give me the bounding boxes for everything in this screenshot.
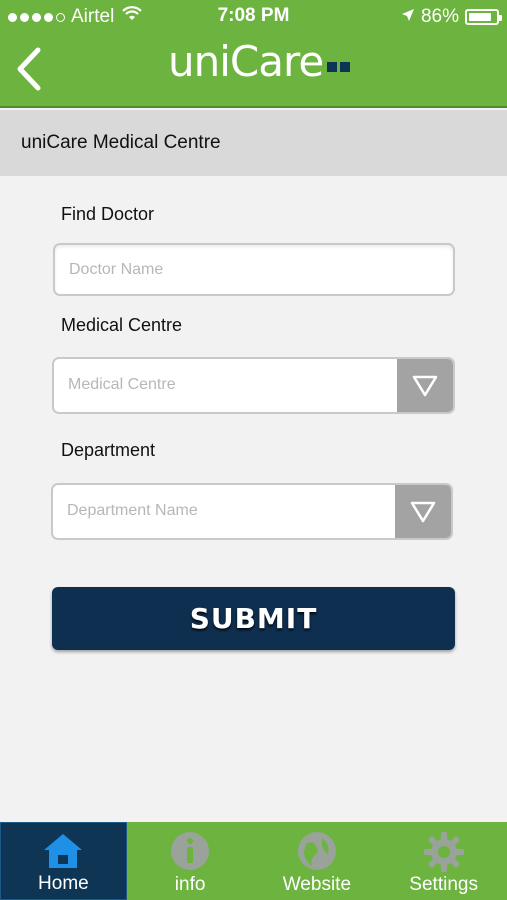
tab-settings[interactable]: Settings — [380, 822, 507, 900]
chevron-left-icon — [17, 47, 41, 91]
medical-centre-placeholder: Medical Centre — [68, 376, 176, 393]
app-logo: uniCare — [168, 34, 351, 86]
logo-squares-icon — [327, 62, 351, 72]
home-icon — [1, 831, 126, 873]
department-label: Department — [61, 440, 156, 460]
triangle-down-icon — [410, 501, 436, 522]
triangle-down-icon — [412, 375, 438, 396]
medical-centre-label: Medical Centre — [61, 315, 183, 335]
gear-icon — [380, 830, 507, 872]
globe-icon — [254, 830, 381, 872]
department-placeholder: Department Name — [67, 502, 198, 519]
tab-home[interactable]: Home — [0, 822, 127, 900]
tab-label: info — [174, 874, 206, 895]
doctor-name-input[interactable] — [53, 243, 455, 296]
top-navigation-bar: Airtel 7:08 PM 86% uniCare — [0, 0, 507, 108]
medical-centre-dropdown[interactable]: Medical Centre — [52, 357, 455, 414]
tab-website[interactable]: Website — [254, 822, 381, 900]
submit-button[interactable]: SUBMIT — [52, 587, 455, 650]
page-title: uniCare Medical Centre — [21, 132, 221, 153]
location-arrow-icon — [401, 6, 415, 28]
find-doctor-label: Find Doctor — [61, 204, 155, 224]
tab-label: Website — [282, 874, 352, 895]
dropdown-arrow-button[interactable] — [395, 485, 451, 538]
dropdown-arrow-button[interactable] — [397, 359, 453, 412]
battery-percent: 86% — [420, 6, 459, 27]
page-title-bar: uniCare Medical Centre — [0, 110, 507, 176]
status-bar: Airtel 7:08 PM 86% — [0, 0, 507, 32]
back-button[interactable] — [12, 44, 48, 94]
status-right: 86% — [401, 6, 502, 28]
tab-label: Home — [38, 873, 89, 894]
department-dropdown[interactable]: Department Name — [51, 483, 453, 540]
info-icon — [127, 830, 254, 872]
battery-icon — [465, 9, 502, 25]
tab-info[interactable]: info — [127, 822, 254, 900]
bottom-tab-bar: Home info Website Settings — [0, 822, 507, 900]
logo-text: uniCare — [168, 37, 324, 86]
tab-label: Settings — [409, 874, 478, 895]
